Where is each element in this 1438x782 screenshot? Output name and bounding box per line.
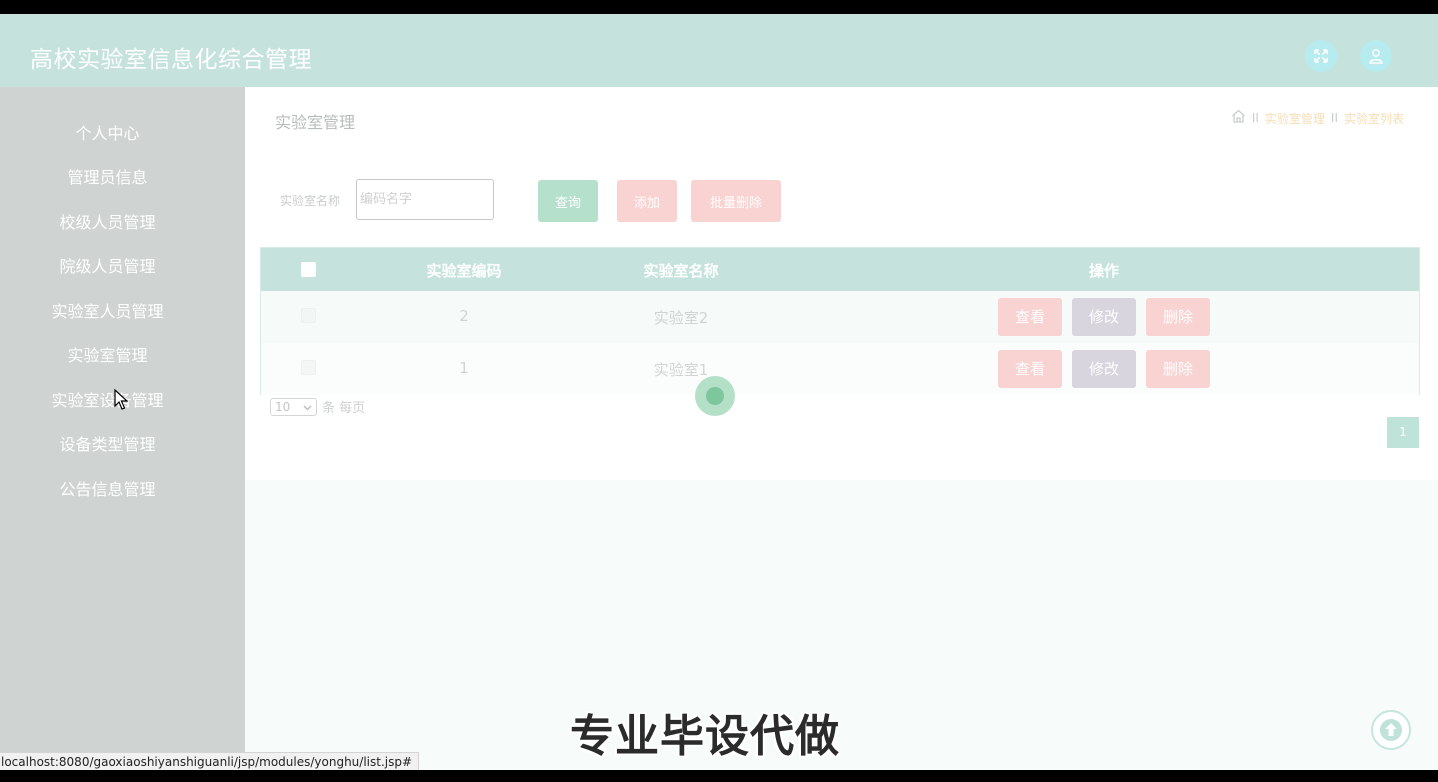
sidebar-item-label: 实验室人员管理 [51, 302, 164, 321]
sidebar-item-announcements[interactable]: 公告信息管理 [0, 476, 215, 500]
page-title: 实验室管理 [275, 113, 356, 132]
column-header-code[interactable]: 实验室编码 [426, 260, 501, 281]
page-size-control: 10 条 每页 [270, 397, 365, 416]
sidebar: 个人中心 管理员信息 校级人员管理 院级人员管理 实验室人员管理 实验室管理 实… [0, 87, 245, 770]
top-header: 高校实验室信息化综合管理 [0, 14, 1438, 87]
edit-button[interactable]: 修改 [1072, 298, 1136, 336]
sidebar-item-personal-center[interactable]: 个人中心 [0, 120, 215, 144]
lab-name-search-input[interactable] [356, 179, 494, 220]
sidebar-item-school-staff[interactable]: 校级人员管理 [0, 209, 215, 233]
cell-lab-code: 1 [459, 359, 469, 377]
arrow-up-icon [1380, 719, 1402, 741]
watermark-text: 专业毕设代做 [570, 711, 840, 762]
sidebar-item-label: 管理员信息 [67, 168, 148, 187]
lab-table: 实验室编码 实验室名称 操作 2 实验室2 查看 修改 删除 1 实验室1 查看… [260, 247, 1420, 395]
sidebar-item-equipment-type[interactable]: 设备类型管理 [0, 431, 215, 455]
query-button[interactable]: 查询 [538, 180, 598, 222]
sidebar-item-college-staff[interactable]: 院级人员管理 [0, 253, 215, 277]
breadcrumb-item-lab-management[interactable]: 实验室管理 [1265, 110, 1325, 127]
mouse-pointer-glyph [114, 388, 129, 410]
page-size-suffix: 条 每页 [322, 401, 366, 416]
view-button[interactable]: 查看 [998, 350, 1062, 388]
select-all-checkbox[interactable] [301, 262, 316, 277]
fullscreen-icon[interactable] [1305, 40, 1337, 72]
row-checkbox[interactable] [301, 360, 316, 375]
table-row: 1 实验室1 查看 修改 删除 [261, 343, 1419, 395]
user-icon-glyph [1369, 49, 1383, 64]
chevron-down-glyph [303, 405, 312, 410]
table-row: 2 实验室2 查看 修改 删除 [261, 291, 1419, 343]
status-bar-url: localhost:8080/gaoxiaoshiyanshiguanli/js… [0, 752, 420, 770]
cell-lab-code: 2 [459, 307, 469, 325]
sidebar-item-label: 个人中心 [75, 124, 140, 143]
breadcrumb-separator: II [1251, 111, 1259, 125]
page-size-select[interactable]: 10 [270, 397, 317, 416]
table-header: 实验室编码 实验室名称 操作 [261, 248, 1419, 291]
main-content: 实验室管理 II 实验室管理 II 实验室列表 实验室名称 查询 添加 批量删除… [245, 87, 1438, 480]
home-icon-glyph [1231, 109, 1245, 123]
batch-delete-button[interactable]: 批量删除 [691, 180, 781, 222]
cell-lab-name: 实验室1 [653, 361, 709, 379]
mouse-pointer-icon [114, 388, 129, 415]
app-title: 高校实验室信息化综合管理 [30, 47, 312, 73]
delete-button[interactable]: 删除 [1146, 350, 1210, 388]
breadcrumb-item-lab-list[interactable]: 实验室列表 [1344, 110, 1404, 127]
breadcrumb: II 实验室管理 II 实验室列表 [1231, 109, 1404, 127]
view-button[interactable]: 查看 [998, 298, 1062, 336]
page-size-value: 10 [275, 399, 291, 414]
search-label: 实验室名称 [280, 194, 341, 208]
fullscreen-icon-glyph [1314, 49, 1328, 63]
cell-lab-name: 实验室2 [653, 309, 709, 327]
home-icon[interactable] [1231, 109, 1246, 127]
sidebar-item-admin-info[interactable]: 管理员信息 [0, 164, 215, 188]
chevron-down-icon [303, 400, 312, 414]
scroll-to-top-button[interactable] [1371, 710, 1411, 750]
column-header-actions: 操作 [1088, 262, 1120, 280]
sidebar-item-label: 实验室管理 [67, 346, 148, 365]
sidebar-item-label: 公告信息管理 [59, 480, 156, 499]
add-button[interactable]: 添加 [617, 180, 677, 222]
column-header-name[interactable]: 实验室名称 [643, 260, 718, 281]
pagination-page-1[interactable]: 1 [1387, 417, 1419, 448]
sidebar-item-lab-management[interactable]: 实验室管理 [0, 342, 215, 366]
sidebar-item-lab-staff[interactable]: 实验室人员管理 [0, 298, 215, 322]
sidebar-item-label: 设备类型管理 [59, 435, 156, 454]
delete-button[interactable]: 删除 [1146, 298, 1210, 336]
row-checkbox[interactable] [301, 308, 316, 323]
sidebar-item-label: 院级人员管理 [59, 257, 156, 276]
sidebar-item-lab-equipment[interactable]: 实验室设备管理 [0, 387, 215, 411]
sidebar-item-label: 校级人员管理 [59, 213, 156, 232]
sidebar-item-label: 实验室设备管理 [51, 391, 164, 410]
app-window: 高校实验室信息化综合管理 个人中心 管理员信息 校级人员管理 院级人员管理 实验… [0, 14, 1438, 770]
breadcrumb-separator: II [1330, 111, 1338, 125]
edit-button[interactable]: 修改 [1072, 350, 1136, 388]
user-icon[interactable] [1360, 40, 1392, 72]
click-indicator [695, 376, 735, 416]
